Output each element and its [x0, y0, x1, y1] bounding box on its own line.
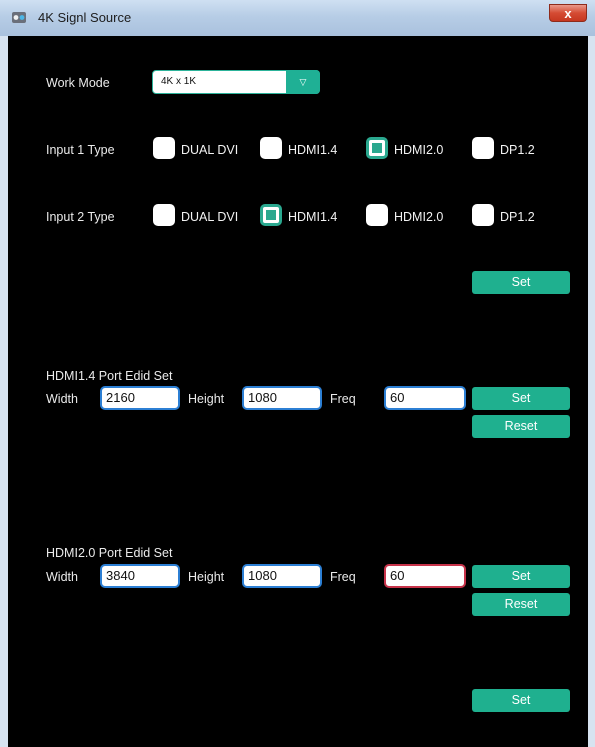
hdmi14-freq-input[interactable]: 60 — [384, 386, 466, 410]
hdmi20-heading: HDMI2.0 Port Edid Set — [46, 546, 173, 560]
input2-dual-dvi-label: DUAL DVI — [181, 210, 239, 224]
bottom-set-button[interactable]: Set — [472, 689, 570, 712]
hdmi14-height-label: Height — [188, 392, 225, 406]
title-bar: 4K Signl Source x — [0, 0, 595, 36]
input1-hdmi20-checkbox[interactable] — [366, 137, 388, 159]
hdmi14-width-label: Width — [46, 392, 78, 406]
input1-dual-dvi-label: DUAL DVI — [181, 143, 239, 157]
input1-dual-dvi-checkbox[interactable] — [153, 137, 175, 159]
checked-mark-icon — [372, 143, 382, 153]
input1-hdmi14-label: HDMI1.4 — [288, 143, 338, 157]
hdmi20-height-input[interactable]: 1080 — [242, 564, 322, 588]
input2-hdmi20-label: HDMI2.0 — [394, 210, 444, 224]
input2-hdmi14-checkbox[interactable] — [260, 204, 282, 226]
window-title: 4K Signl Source — [38, 10, 132, 25]
hdmi20-height-label: Height — [188, 570, 225, 584]
input2-dp12-checkbox[interactable] — [472, 204, 494, 226]
work-mode-value: 4K x 1K — [161, 76, 197, 87]
work-mode-label: Work Mode — [46, 76, 110, 90]
input2-dp12-label: DP1.2 — [500, 210, 535, 224]
hdmi14-reset-button[interactable]: Reset — [472, 415, 570, 438]
input1-dp12-label: DP1.2 — [500, 143, 535, 157]
hdmi20-width-input[interactable]: 3840 — [100, 564, 180, 588]
input1-type-label: Input 1 Type — [46, 143, 115, 157]
work-mode-select[interactable]: 4K x 1K ▽ — [152, 70, 320, 94]
hdmi14-freq-label: Freq — [330, 392, 356, 406]
input1-hdmi14-checkbox[interactable] — [260, 137, 282, 159]
input2-hdmi14-label: HDMI1.4 — [288, 210, 338, 224]
input2-dual-dvi-checkbox[interactable] — [153, 204, 175, 226]
app-logo-icon — [12, 12, 26, 23]
chevron-down-icon[interactable]: ▽ — [286, 70, 320, 94]
hdmi14-heading: HDMI1.4 Port Edid Set — [46, 369, 173, 383]
input2-hdmi20-checkbox[interactable] — [366, 204, 388, 226]
hdmi20-reset-button[interactable]: Reset — [472, 593, 570, 616]
hdmi20-set-button[interactable]: Set — [472, 565, 570, 588]
hdmi20-freq-input[interactable]: 60 — [384, 564, 466, 588]
input2-type-label: Input 2 Type — [46, 210, 115, 224]
window-frame-left — [0, 36, 8, 747]
checked-mark-icon — [266, 210, 276, 220]
hdmi14-width-input[interactable]: 2160 — [100, 386, 180, 410]
input1-dp12-checkbox[interactable] — [472, 137, 494, 159]
input1-hdmi20-label: HDMI2.0 — [394, 143, 444, 157]
hdmi20-width-label: Width — [46, 570, 78, 584]
input-type-set-button[interactable]: Set — [472, 271, 570, 294]
hdmi20-freq-label: Freq — [330, 570, 356, 584]
hdmi14-height-input[interactable]: 1080 — [242, 386, 322, 410]
hdmi14-set-button[interactable]: Set — [472, 387, 570, 410]
close-button[interactable]: x — [549, 4, 587, 22]
window-frame-right — [588, 36, 595, 747]
